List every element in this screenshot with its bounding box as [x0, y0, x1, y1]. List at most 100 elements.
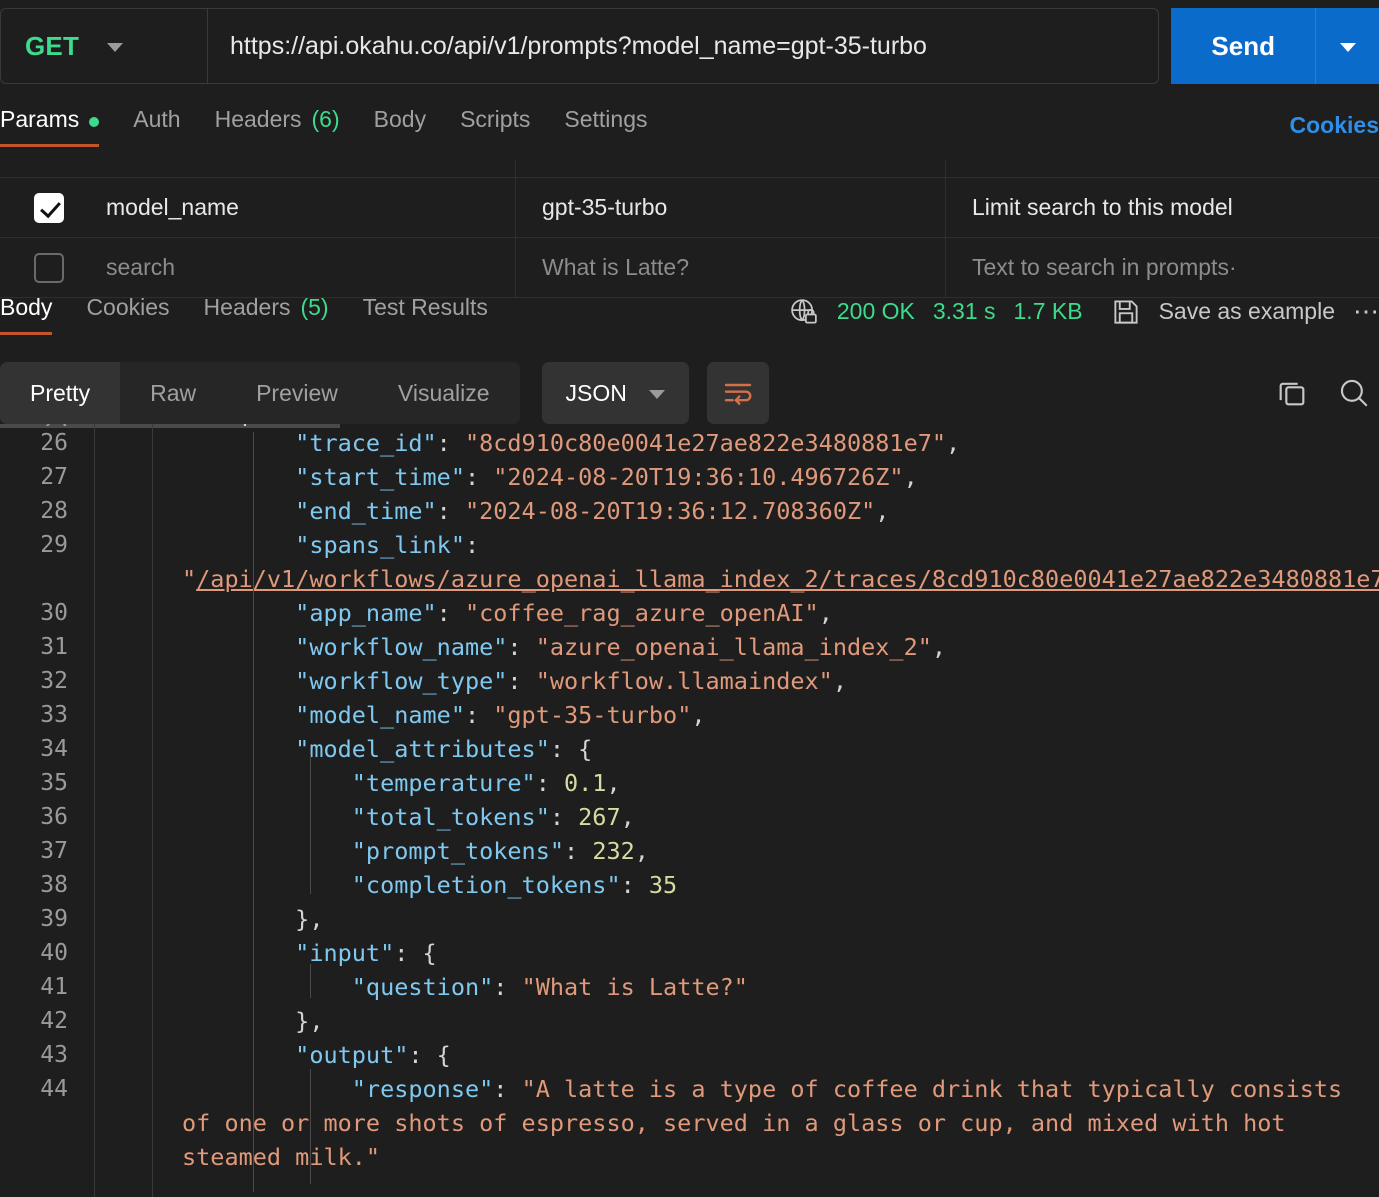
- response-tab-cookies[interactable]: Cookies: [86, 292, 169, 335]
- code-line-text: "trace_id": "8cd910c80e0041e27ae822e3480…: [72, 426, 960, 460]
- send-button[interactable]: Send: [1171, 8, 1315, 84]
- response-format-select[interactable]: JSON: [541, 362, 689, 424]
- copy-icon[interactable]: [1275, 376, 1309, 410]
- request-tabs: Params Auth Headers (6) Body Scripts Set…: [0, 104, 1379, 158]
- param-description-text: Text to search in prompts: [972, 254, 1229, 280]
- response-tab-headers-label: Headers: [203, 294, 291, 320]
- response-tab-body[interactable]: Body: [0, 292, 53, 335]
- tab-headers[interactable]: Headers (6): [215, 104, 340, 147]
- save-icon[interactable]: [1111, 297, 1141, 327]
- code-token: "input": [182, 939, 395, 967]
- code-line-text: "model_name": "gpt-35-turbo",: [72, 698, 705, 732]
- param-value[interactable]: gpt-35-turbo: [516, 178, 946, 237]
- tab-body[interactable]: Body: [374, 104, 426, 147]
- code-line: 33 "model_name": "gpt-35-turbo",: [0, 698, 1379, 732]
- indent-guide: [310, 964, 311, 998]
- response-body-viewer[interactable]: 25 [26 "trace_id": "8cd910c80e0041e27ae8…: [0, 424, 1379, 1197]
- code-line: 30 "app_name": "coffee_rag_azure_openAI"…: [0, 596, 1379, 630]
- line-number: 34: [40, 736, 68, 762]
- param-key[interactable]: model_name: [98, 178, 516, 237]
- code-line-text: "temperature": 0.1,: [72, 766, 621, 800]
- code-token: "start_time": [182, 463, 465, 491]
- ellipsis-icon: ·: [1228, 254, 1237, 280]
- code-token: ,: [946, 429, 961, 457]
- code-token: "coffee_rag_azure_openAI": [464, 599, 819, 627]
- code-token: ,: [606, 769, 621, 797]
- code-line: 42 },: [0, 1004, 1379, 1038]
- request-url-bar: GET https://api.okahu.co/api/v1/prompts?…: [0, 8, 1379, 84]
- code-line: 41 "question": "What is Latte?": [0, 970, 1379, 1004]
- code-token: :: [436, 599, 465, 627]
- send-options-button[interactable]: [1315, 8, 1379, 84]
- params-modified-dot-icon: [89, 117, 100, 127]
- tab-headers-count: (6): [311, 106, 340, 132]
- param-checkbox[interactable]: [34, 192, 64, 223]
- line-number: 43: [40, 1042, 68, 1068]
- code-token: ,: [875, 497, 890, 525]
- more-actions-icon[interactable]: ⋯: [1353, 296, 1379, 327]
- cookies-link[interactable]: Cookies: [1290, 112, 1379, 139]
- code-token: :: [549, 803, 579, 831]
- code-line-text: },: [72, 902, 323, 936]
- line-number: 36: [40, 804, 68, 830]
- code-line-text: "model_attributes": {: [72, 732, 592, 766]
- http-method-selector[interactable]: GET: [1, 9, 208, 83]
- param-checkbox[interactable]: [34, 252, 64, 283]
- line-number: 39: [40, 906, 68, 932]
- view-mode-raw[interactable]: Raw: [120, 362, 226, 424]
- view-mode-visualize[interactable]: Visualize: [368, 362, 520, 424]
- code-token: "2024-08-20T19:36:10.496726Z": [493, 463, 904, 491]
- code-token: :: [620, 871, 649, 899]
- response-tab-test-results[interactable]: Test Results: [363, 292, 488, 335]
- param-description[interactable]: Text to search in prompts ·: [946, 238, 1379, 297]
- code-line-text: "workflow_type": "workflow.llamaindex",: [72, 664, 847, 698]
- response-tab-body-label: Body: [0, 294, 53, 320]
- code-line: 34 "model_attributes": {: [0, 732, 1379, 766]
- code-token: 0.1: [564, 769, 607, 797]
- search-icon[interactable]: [1337, 376, 1371, 410]
- param-description[interactable]: Limit search to this model: [946, 178, 1379, 237]
- code-line-text: "prompt_tokens": 232,: [72, 834, 649, 868]
- code-line-text: "input": {: [72, 936, 437, 970]
- tab-settings[interactable]: Settings: [564, 104, 647, 147]
- tab-params[interactable]: Params: [0, 104, 100, 147]
- word-wrap-toggle-button[interactable]: [706, 362, 769, 424]
- code-line: 44 "response": "A latte is a type of cof…: [0, 1072, 1379, 1174]
- line-number: 28: [40, 498, 68, 524]
- code-token: 35: [648, 871, 678, 899]
- response-tab-headers[interactable]: Headers (5): [204, 292, 329, 335]
- query-params-table: model_name gpt-35-turbo Limit search to …: [0, 160, 1379, 298]
- param-value[interactable]: What is Latte?: [516, 238, 946, 297]
- table-row: model_name gpt-35-turbo Limit search to …: [0, 178, 1379, 238]
- code-token: "completion_tokens": [182, 871, 621, 899]
- json-code-block[interactable]: 25 [26 "trace_id": "8cd910c80e0041e27ae8…: [0, 424, 1379, 1197]
- view-mode-pretty[interactable]: Pretty: [0, 362, 121, 424]
- code-token: "temperature": [182, 769, 536, 797]
- code-token: "2024-08-20T19:36:12.708360Z": [464, 497, 876, 525]
- code-token: "gpt-35-turbo": [493, 701, 692, 729]
- code-token: "total_tokens": [182, 803, 550, 831]
- code-link[interactable]: /api/v1/workflows/azure_openai_llama_ind…: [196, 565, 1379, 593]
- globe-lock-icon[interactable]: [789, 297, 819, 327]
- tab-settings-label: Settings: [564, 106, 648, 132]
- table-header-stub: [0, 160, 1379, 178]
- line-number: 40: [40, 940, 68, 966]
- code-token: :: [493, 1075, 522, 1103]
- line-number: 33: [40, 702, 68, 728]
- line-number: 44: [40, 1076, 68, 1102]
- url-input[interactable]: https://api.okahu.co/api/v1/prompts?mode…: [208, 32, 927, 61]
- code-token: "output": [182, 1041, 409, 1069]
- param-enabled-cell: [0, 178, 98, 237]
- tab-auth[interactable]: Auth: [133, 104, 180, 147]
- code-line: 28 "end_time": "2024-08-20T19:36:12.7083…: [0, 494, 1379, 528]
- view-mode-preview[interactable]: Preview: [226, 362, 368, 424]
- param-key[interactable]: search: [98, 238, 516, 297]
- code-line: 35 "temperature": 0.1,: [0, 766, 1379, 800]
- line-number: 42: [40, 1008, 68, 1034]
- save-as-example-button[interactable]: Save as example: [1159, 298, 1335, 325]
- indent-guide: [310, 1069, 311, 1184]
- code-token: "model_name": [182, 701, 465, 729]
- code-token: :: [464, 463, 494, 491]
- tab-scripts[interactable]: Scripts: [460, 104, 530, 147]
- code-line: 43 "output": {: [0, 1038, 1379, 1072]
